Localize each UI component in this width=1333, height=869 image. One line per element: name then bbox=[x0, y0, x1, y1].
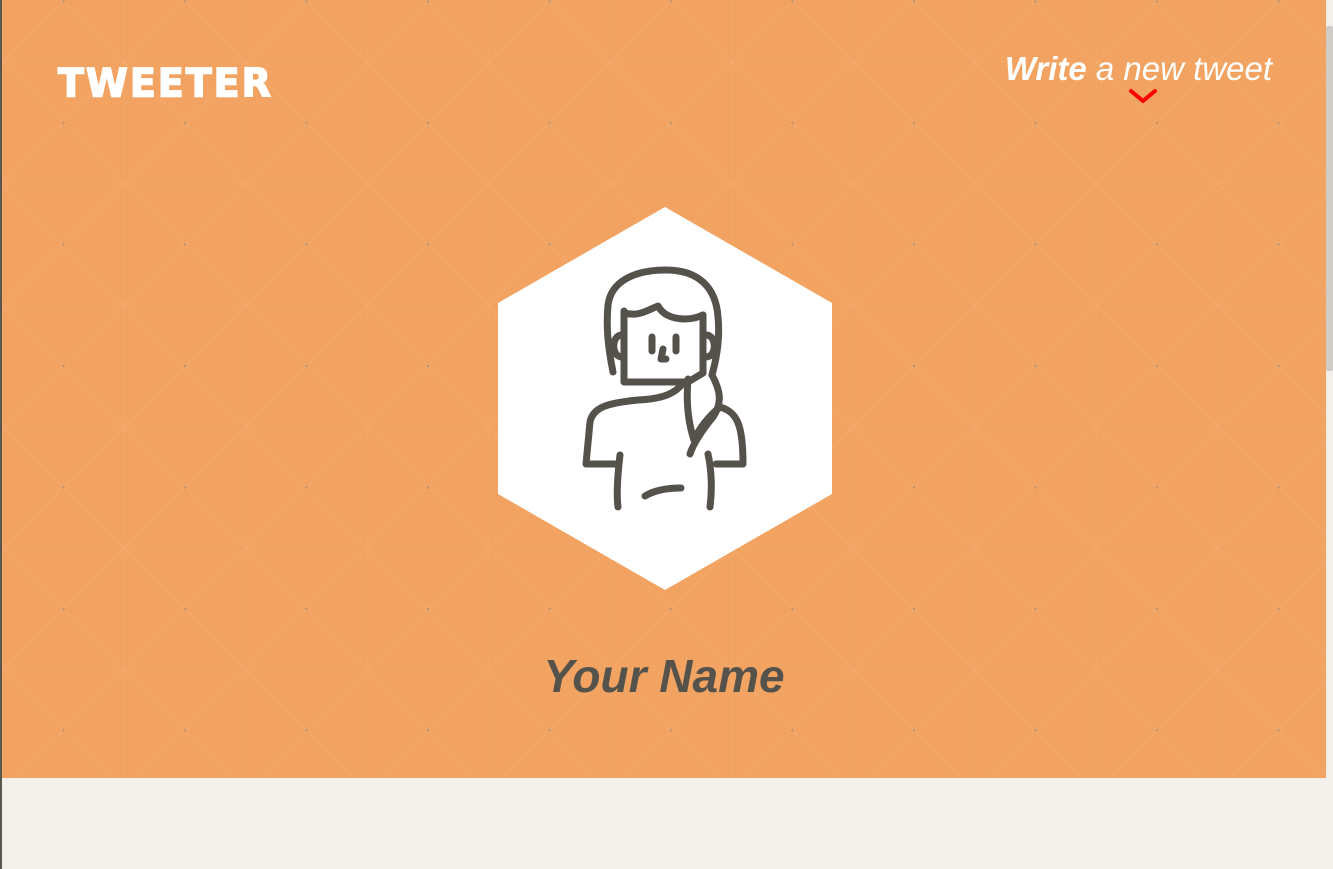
woman-avatar-icon[interactable] bbox=[498, 207, 832, 590]
chevron-down-icon[interactable] bbox=[1128, 86, 1158, 106]
compose-label-light: a new tweet bbox=[1086, 50, 1272, 87]
compose-tweet-link[interactable]: Write a new tweet bbox=[1005, 50, 1272, 88]
page: TWEETER Write a new tweet Your Name bbox=[0, 0, 1333, 869]
scrollbar-thumb[interactable] bbox=[1326, 26, 1333, 371]
profile-header: TWEETER Write a new tweet Your Name bbox=[2, 0, 1326, 778]
profile-name: Your Name bbox=[543, 650, 785, 702]
compose-label-strong: Write bbox=[1004, 50, 1087, 87]
brand-logo[interactable]: TWEETER bbox=[57, 63, 273, 103]
